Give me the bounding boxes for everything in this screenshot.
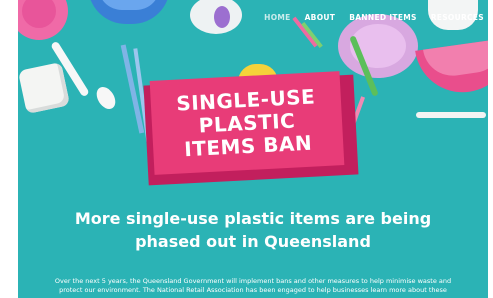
- hero-section: HOME ABOUT BANNED ITEMS RESOURCES SINGLE…: [18, 0, 488, 298]
- headline-line-2: phased out in Queensland: [135, 232, 371, 251]
- nav-resources-link[interactable]: RESOURCES: [431, 13, 484, 22]
- nav-home-link[interactable]: HOME: [264, 13, 290, 22]
- main-nav: HOME ABOUT BANNED ITEMS RESOURCES: [264, 13, 484, 22]
- intro-line-1: Over the next 5 years, the Queensland Go…: [54, 277, 452, 285]
- pink-plate-image: [18, 0, 68, 40]
- banner-line-3: ITEMS BAN: [183, 130, 313, 161]
- foam-container-image: [18, 61, 71, 115]
- headline-line-1: More single-use plastic items are being: [74, 209, 432, 228]
- spoon-head-image: [92, 83, 120, 113]
- nav-about-link[interactable]: ABOUT: [305, 13, 336, 22]
- pink-bowl-image: [415, 37, 488, 99]
- intro-line-2: protect our environment. The National Re…: [59, 286, 447, 294]
- nav-banned-items-link[interactable]: BANNED ITEMS: [349, 13, 417, 22]
- purple-spoon-image: [214, 6, 230, 28]
- intro-paragraph: Over the next 5 years, the Queensland Go…: [18, 277, 488, 295]
- page-headline: More single-use plastic items are being …: [18, 207, 488, 253]
- lilac-plate-image: [338, 14, 418, 78]
- blue-bowl-image: [88, 0, 170, 24]
- title-banner: SINGLE-USE PLASTIC ITEMS BAN: [149, 71, 345, 175]
- white-spoon-image: [416, 112, 486, 118]
